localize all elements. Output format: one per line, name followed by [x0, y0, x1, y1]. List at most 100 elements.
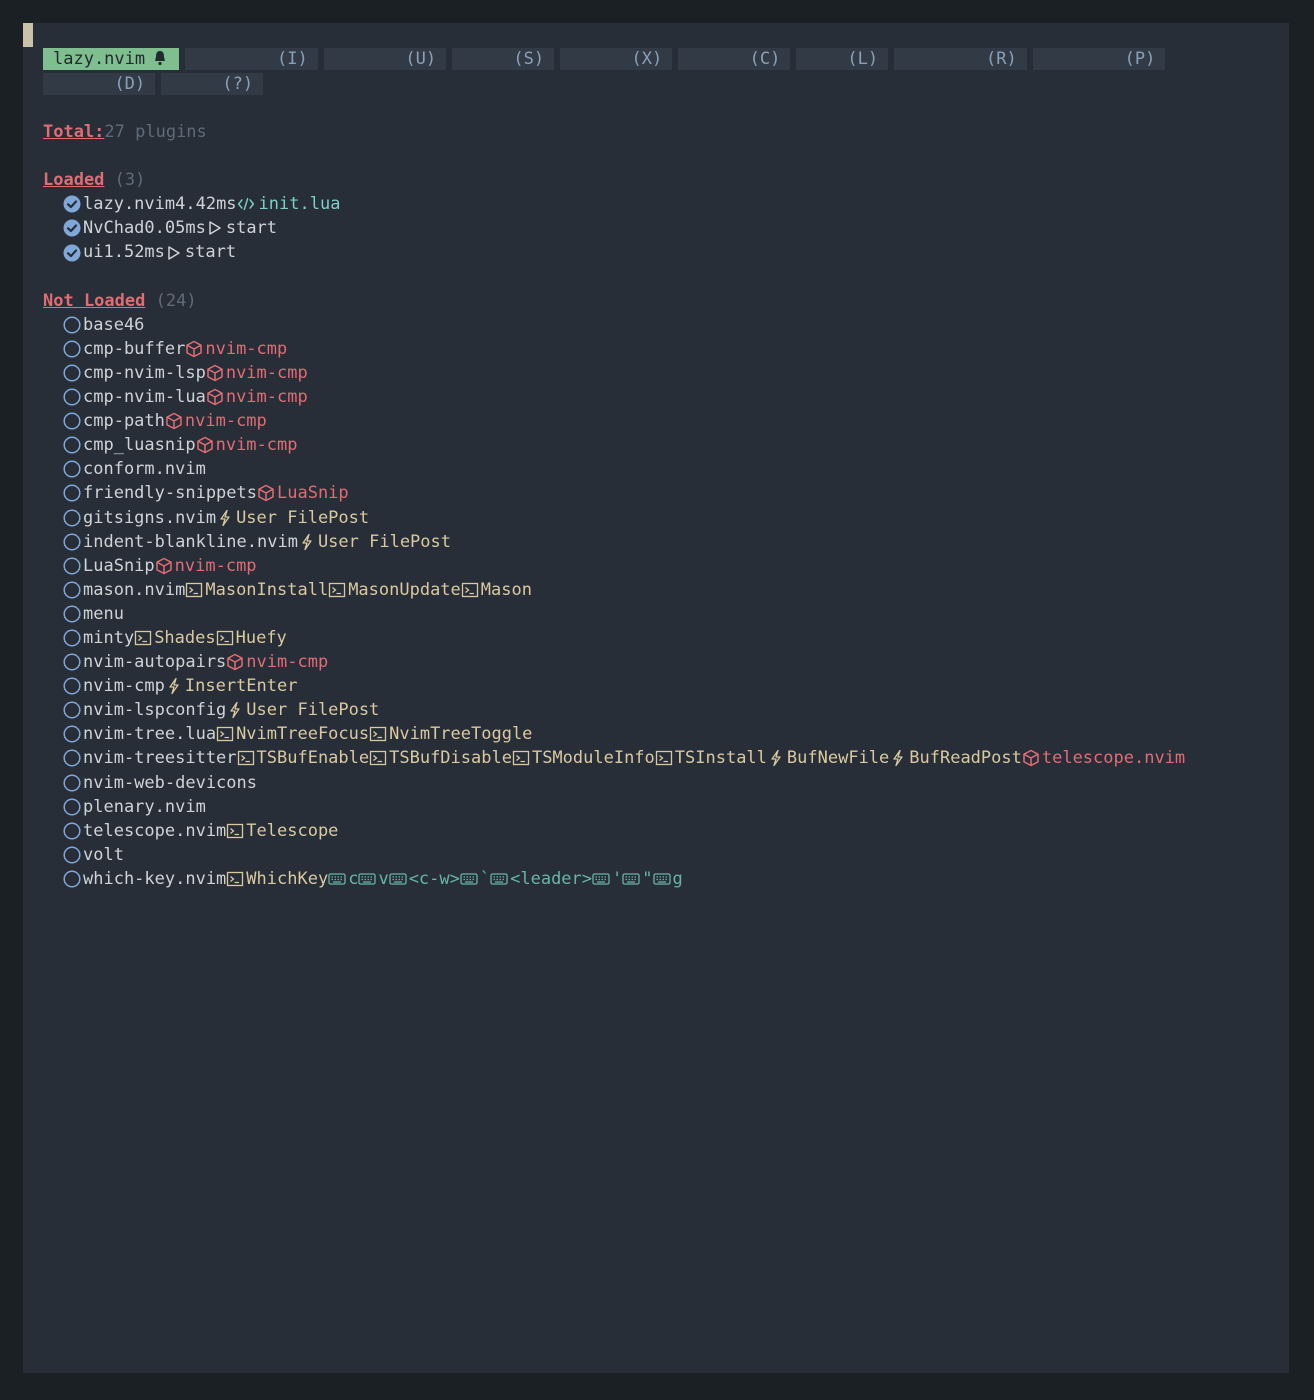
tab-install[interactable]: Install (I) [185, 48, 318, 70]
trigger-cmd: TSBufDisable [389, 748, 512, 769]
plugin-name: friendly-snippets [83, 483, 257, 504]
not-loaded-plugin-row[interactable]: nvim-web-devicons [43, 771, 1289, 795]
terminal-icon [512, 746, 532, 770]
tab-key: (D) [114, 74, 146, 94]
not-loaded-plugin-row[interactable]: cmp-nvim-lsp nvim-cmp [43, 361, 1289, 385]
not-loaded-plugin-row[interactable]: cmp-buffer nvim-cmp [43, 337, 1289, 361]
bolt-icon [889, 746, 909, 770]
not-loaded-plugin-row[interactable]: plenary.nvim [43, 795, 1289, 819]
plugin-name: indent-blankline.nvim [83, 531, 298, 552]
not-loaded-plugin-row[interactable]: gitsigns.nvim User FilePost [43, 506, 1289, 530]
total-line: Total:27 plugins [43, 120, 1289, 144]
not-loaded-circle-icon [63, 530, 83, 554]
tab-label: lazy.nvim [53, 49, 146, 69]
package-icon [185, 337, 205, 361]
trigger-cmd: TSInstall [674, 748, 767, 769]
tab-help[interactable]: Help (?) [161, 73, 264, 95]
trigger-cmd: TSModuleInfo [531, 748, 655, 769]
tab-clean[interactable]: Clean (X) [560, 48, 673, 70]
not-loaded-plugin-row[interactable]: LuaSnip nvim-cmp [43, 554, 1289, 578]
trigger-cmd: WhichKey [246, 868, 329, 889]
package-icon [1022, 746, 1042, 770]
loaded-heading: Loaded (3) [43, 168, 1289, 192]
trigger-plugin: nvim-cmp [225, 387, 308, 408]
keyboard-icon [460, 867, 480, 891]
not-loaded-plugin-row[interactable]: cmp-nvim-lua nvim-cmp [43, 385, 1289, 409]
not-loaded-plugin-row[interactable]: which-key.nvim WhichKey c v <c-w> ` <lea… [43, 867, 1289, 891]
loaded-label: Loaded [43, 170, 105, 191]
trigger-cmd: NvimTreeFocus [236, 724, 370, 745]
trigger-cmd: Mason [480, 579, 532, 600]
package-icon [196, 433, 216, 457]
trigger-key: " [642, 868, 653, 889]
not-loaded-plugin-row[interactable]: cmp-path nvim-cmp [43, 409, 1289, 433]
trigger-plugin: nvim-cmp [225, 362, 308, 383]
terminal-icon [237, 746, 257, 770]
load-time: 0.05ms [144, 218, 206, 239]
not-loaded-plugin-row[interactable]: conform.nvim [43, 457, 1289, 481]
tab-check[interactable]: Check (C) [678, 48, 791, 70]
terminal-icon [216, 722, 236, 746]
plugin-name: lazy.nvim [83, 194, 176, 215]
package-icon [226, 650, 246, 674]
trigger-cmd: Telescope [246, 820, 339, 841]
trigger-cmd: Shades [154, 627, 216, 648]
tab-sync[interactable]: Sync (S) [452, 48, 555, 70]
tab-lazy-nvim[interactable]: lazy.nvim [43, 48, 180, 70]
trigger-plugin: telescope.nvim [1041, 748, 1186, 769]
not-loaded-plugin-row[interactable]: telescope.nvim Telescope [43, 819, 1289, 843]
trigger-event: User FilePost [246, 700, 380, 721]
tab-debug[interactable]: Debug (D) [43, 73, 156, 95]
loaded-plugin-row[interactable]: lazy.nvim 4.42ms init.lua [43, 192, 1289, 216]
code-icon [237, 192, 259, 216]
trigger-key: ` [479, 868, 491, 889]
not-loaded-plugin-row[interactable]: nvim-tree.lua NvimTreeFocus NvimTreeTogg… [43, 722, 1289, 746]
not-loaded-plugin-row[interactable]: nvim-autopairs nvim-cmp [43, 650, 1289, 674]
tab-label: Debug [53, 74, 105, 94]
not-loaded-circle-icon [63, 722, 83, 746]
bolt-icon [298, 530, 318, 554]
tab-update[interactable]: Update (U) [323, 48, 447, 70]
loaded-check-icon [63, 192, 83, 216]
tab-key: (P) [1124, 49, 1156, 69]
trigger-key: <leader> [510, 868, 593, 889]
plugin-name: nvim-web-devicons [83, 772, 257, 793]
plugin-name: which-key.nvim [83, 868, 227, 889]
trigger-plugin: nvim-cmp [174, 555, 257, 576]
tab-restore[interactable]: Restore (R) [894, 48, 1027, 70]
not-loaded-plugin-row[interactable]: mason.nvim MasonInstall MasonUpdate Maso… [43, 578, 1289, 602]
load-time: 4.42ms [175, 194, 237, 215]
loaded-plugin-row[interactable]: NvChad 0.05ms start [43, 216, 1289, 240]
trigger-key: g [672, 868, 683, 889]
not-loaded-plugin-row[interactable]: nvim-treesitter TSBufEnable TSBufDisable… [43, 746, 1289, 770]
tab-log[interactable]: Log (L) [796, 48, 889, 70]
not-loaded-plugin-row[interactable]: nvim-lspconfig User FilePost [43, 698, 1289, 722]
not-loaded-circle-icon [63, 795, 83, 819]
not-loaded-plugin-row[interactable]: volt [43, 843, 1289, 867]
not-loaded-plugin-row[interactable]: indent-blankline.nvim User FilePost [43, 530, 1289, 554]
package-icon [206, 361, 226, 385]
loaded-plugin-row[interactable]: ui 1.52ms start [43, 240, 1289, 264]
not-loaded-plugin-row[interactable]: menu [43, 602, 1289, 626]
plugin-name: plenary.nvim [83, 796, 206, 817]
not-loaded-plugin-row[interactable]: base46 [43, 313, 1289, 337]
loaded-check-icon [63, 216, 83, 240]
not-loaded-circle-icon [63, 337, 83, 361]
package-icon [206, 385, 226, 409]
plugin-name: nvim-autopairs [83, 652, 227, 673]
loaded-count: (3) [114, 170, 146, 191]
not-loaded-circle-icon [63, 650, 83, 674]
trigger-cmd: MasonInstall [205, 579, 329, 600]
not-loaded-plugin-row[interactable]: nvim-cmp InsertEnter [43, 674, 1289, 698]
trigger-cmd: NvimTreeToggle [389, 724, 533, 745]
tab-profile[interactable]: Profile (P) [1032, 48, 1166, 70]
terminal-icon [226, 867, 246, 891]
not-loaded-plugin-row[interactable]: cmp_luasnip nvim-cmp [43, 433, 1289, 457]
not-loaded-circle-icon [63, 409, 83, 433]
plugin-name: cmp-path [83, 411, 165, 432]
trigger-event: User FilePost [236, 507, 370, 528]
not-loaded-circle-icon [63, 457, 83, 481]
source-start: start [184, 242, 237, 263]
not-loaded-plugin-row[interactable]: minty Shades Huefy [43, 626, 1289, 650]
not-loaded-plugin-row[interactable]: friendly-snippets LuaSnip [43, 481, 1289, 505]
